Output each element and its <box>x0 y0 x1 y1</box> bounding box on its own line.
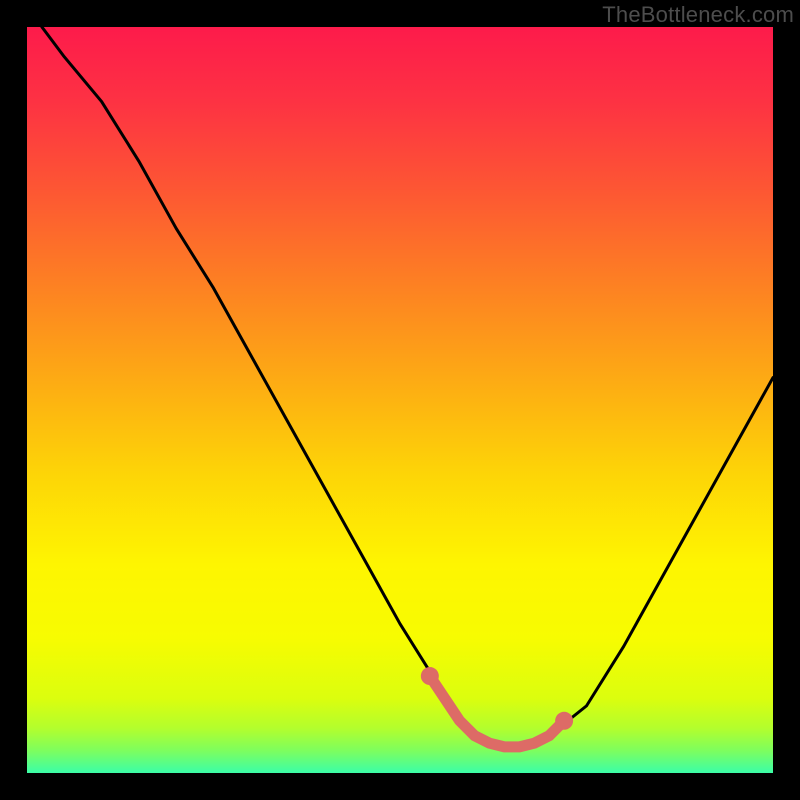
gradient-background <box>27 27 773 773</box>
watermark-text: TheBottleneck.com <box>602 2 794 28</box>
chart-stage: TheBottleneck.com <box>0 0 800 800</box>
highlight-end-dot <box>555 712 573 730</box>
highlight-end-dot <box>421 667 439 685</box>
bottleneck-plot <box>0 0 800 800</box>
